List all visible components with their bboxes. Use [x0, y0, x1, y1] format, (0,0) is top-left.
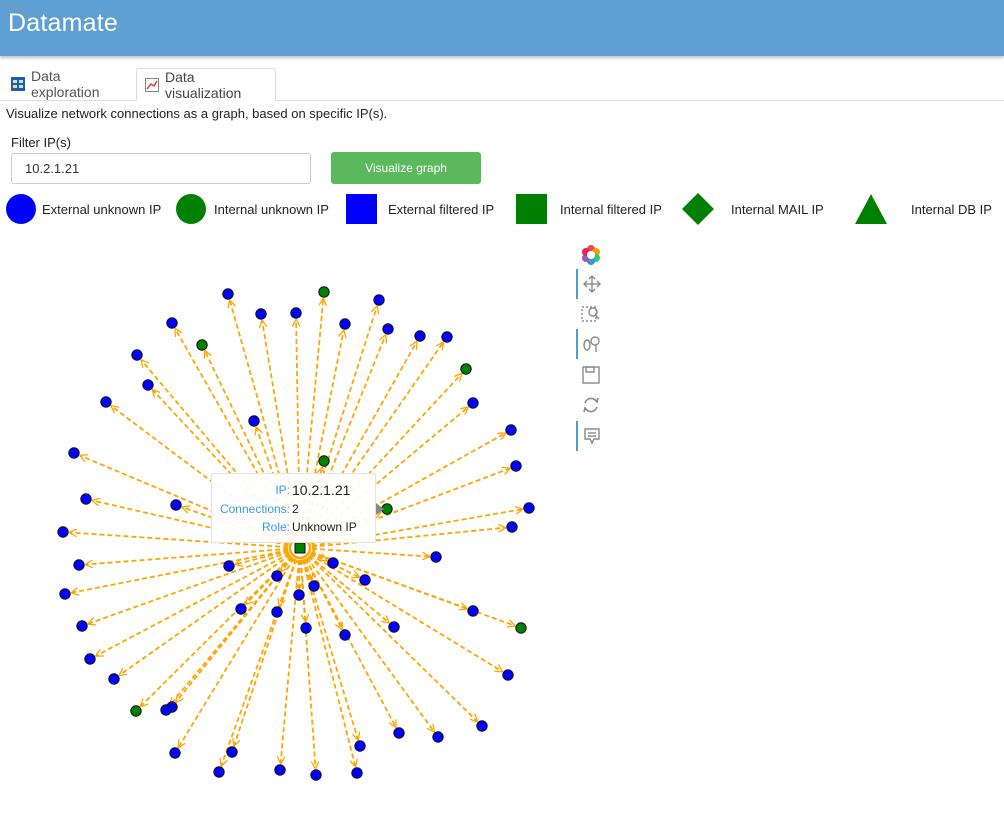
- external-ip-node[interactable]: [354, 740, 366, 752]
- external-ip-node[interactable]: [80, 493, 92, 505]
- external-ip-node[interactable]: [290, 307, 302, 319]
- external-ip-node[interactable]: [502, 669, 514, 681]
- external-ip-node[interactable]: [213, 766, 225, 778]
- external-ip-node[interactable]: [476, 720, 488, 732]
- hover-icon[interactable]: [576, 421, 606, 451]
- internal-ip-node[interactable]: [460, 363, 472, 375]
- connection-edge: [311, 547, 429, 557]
- internal-ip-node[interactable]: [515, 622, 527, 634]
- external-ip-node[interactable]: [142, 379, 154, 391]
- external-ip-node[interactable]: [57, 526, 69, 538]
- external-ip-node[interactable]: [388, 621, 400, 633]
- external-ip-node[interactable]: [68, 447, 80, 459]
- internal-ip-node[interactable]: [318, 286, 330, 298]
- external-ip-node[interactable]: [351, 767, 363, 779]
- external-ip-node[interactable]: [467, 605, 479, 617]
- external-ip-node[interactable]: [510, 460, 522, 472]
- external-ip-node[interactable]: [271, 570, 283, 582]
- external-ip-node[interactable]: [59, 588, 71, 600]
- internal-ip-node[interactable]: [318, 455, 330, 467]
- external-ip-node[interactable]: [222, 288, 234, 300]
- filtered-ip-node[interactable]: [294, 542, 306, 554]
- external-ip-node[interactable]: [308, 580, 320, 592]
- external-ip-node[interactable]: [432, 731, 444, 743]
- external-ip-node[interactable]: [359, 574, 371, 586]
- external-ip-node[interactable]: [382, 323, 394, 335]
- external-ip-node[interactable]: [300, 622, 312, 634]
- wheel-zoom-icon[interactable]: [576, 329, 606, 359]
- external-ip-node[interactable]: [310, 769, 322, 781]
- external-ip-node[interactable]: [255, 308, 267, 320]
- internal-ip-node[interactable]: [196, 339, 208, 351]
- external-ip-node[interactable]: [339, 318, 351, 330]
- tooltip-role-key: Role:: [261, 520, 290, 534]
- reset-icon[interactable]: [576, 390, 606, 420]
- connection-edge: [310, 551, 514, 626]
- box-zoom-icon[interactable]: [576, 299, 606, 329]
- tooltip-role-value: Unknown IP: [292, 520, 357, 534]
- external-ip-node[interactable]: [414, 330, 426, 342]
- external-ip-node[interactable]: [108, 673, 120, 685]
- external-ip-node[interactable]: [131, 349, 143, 361]
- external-ip-node[interactable]: [505, 424, 517, 436]
- external-ip-node[interactable]: [506, 521, 518, 533]
- external-ip-node[interactable]: [84, 653, 96, 665]
- external-ip-node[interactable]: [441, 331, 453, 343]
- external-ip-node[interactable]: [73, 559, 85, 571]
- bokeh-logo-icon[interactable]: [576, 240, 606, 270]
- external-ip-node[interactable]: [467, 397, 479, 409]
- external-ip-node[interactable]: [339, 629, 351, 641]
- tooltip-ip-value: 10.2.1.21: [292, 482, 351, 498]
- external-ip-node[interactable]: [170, 499, 182, 511]
- save-icon[interactable]: [576, 360, 606, 390]
- external-ip-node[interactable]: [235, 603, 247, 615]
- tooltip-row-role: Role: Unknown IP: [212, 520, 377, 538]
- external-ip-node[interactable]: [166, 317, 178, 329]
- external-ip-node[interactable]: [327, 557, 339, 569]
- internal-ip-node[interactable]: [130, 705, 142, 717]
- connection-edge: [86, 548, 289, 565]
- connection-edge: [141, 555, 293, 706]
- external-ip-node[interactable]: [430, 551, 442, 563]
- external-ip-node[interactable]: [226, 746, 238, 758]
- external-ip-node[interactable]: [523, 502, 535, 514]
- external-ip-node[interactable]: [100, 396, 112, 408]
- external-ip-node[interactable]: [293, 589, 305, 601]
- connection-edge: [307, 555, 477, 721]
- plot-toolbar: [576, 240, 606, 455]
- external-ip-node[interactable]: [271, 606, 283, 618]
- external-ip-node[interactable]: [160, 704, 172, 716]
- connection-edge: [221, 558, 297, 765]
- connection-edge: [179, 557, 295, 747]
- tooltip-row-ip: IP: 10.2.1.21: [212, 482, 377, 501]
- external-ip-node[interactable]: [223, 560, 235, 572]
- external-ip-node[interactable]: [274, 764, 286, 776]
- hover-tooltip: IP: 10.2.1.21 Connections: 2 Role: Unkno…: [211, 473, 376, 543]
- network-graph[interactable]: [0, 0, 1004, 813]
- connection-edge: [306, 557, 434, 732]
- external-ip-node[interactable]: [169, 747, 181, 759]
- pan-icon[interactable]: [576, 269, 606, 299]
- tooltip-row-connections: Connections: 2: [212, 502, 377, 520]
- external-ip-node[interactable]: [76, 620, 88, 632]
- tooltip-connections-value: 2: [292, 502, 299, 516]
- tooltip-ip-key: IP:: [275, 483, 290, 497]
- tooltip-connections-key: Connections:: [219, 502, 290, 516]
- external-ip-node[interactable]: [393, 727, 405, 739]
- external-ip-node[interactable]: [248, 415, 260, 427]
- external-ip-node[interactable]: [373, 294, 385, 306]
- connection-edge: [120, 554, 291, 675]
- tooltip-pointer: [376, 503, 384, 515]
